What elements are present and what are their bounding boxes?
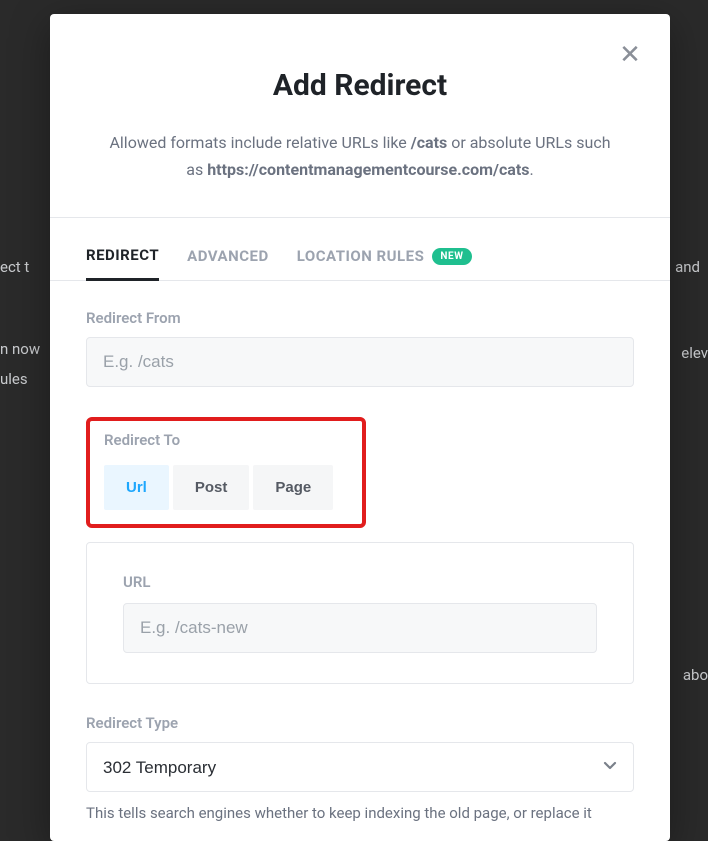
seg-page-button[interactable]: Page: [253, 465, 333, 510]
tab-label: LOCATION RULES: [297, 247, 425, 265]
background-text: abo: [683, 666, 708, 684]
seg-url-button[interactable]: Url: [104, 465, 169, 510]
redirect-to-segmented: Url Post Page: [104, 465, 337, 510]
subtitle-segment: .: [530, 160, 534, 179]
modal-header: Add Redirect Allowed formats include rel…: [50, 14, 670, 218]
tab-location-rules[interactable]: LOCATION RULES NEW: [297, 236, 472, 280]
redirect-type-label: Redirect Type: [86, 714, 634, 732]
background-text: ect t: [0, 258, 29, 276]
tab-redirect[interactable]: REDIRECT: [86, 236, 159, 281]
url-field-label: URL: [123, 573, 597, 591]
modal-body: Redirect From Redirect To Url Post Page …: [50, 281, 670, 825]
redirect-from-input[interactable]: [86, 337, 634, 387]
subtitle-bold: https://contentmanagementcourse.com/cats: [207, 160, 529, 179]
add-redirect-modal: ✕ Add Redirect Allowed formats include r…: [50, 14, 670, 841]
new-badge: NEW: [432, 248, 471, 265]
redirect-type-select-wrap: 302 Temporary: [86, 742, 634, 792]
redirect-to-label: Redirect To: [104, 431, 348, 449]
tab-advanced[interactable]: ADVANCED: [187, 236, 269, 280]
redirect-to-highlight: Redirect To Url Post Page: [86, 417, 366, 528]
url-input[interactable]: [123, 603, 597, 653]
subtitle-segment: Allowed formats include relative URLs li…: [109, 133, 410, 152]
url-subpanel: URL: [86, 542, 634, 684]
subtitle-bold: /cats: [411, 133, 447, 152]
section-redirect-to: Redirect To Url Post Page URL: [86, 417, 634, 684]
section-redirect-type: Redirect Type 302 Temporary This tells s…: [86, 714, 634, 825]
background-text: n now: [0, 340, 40, 358]
background-text: elev: [681, 344, 708, 362]
section-redirect-from: Redirect From: [86, 309, 634, 387]
background-text: and: [675, 258, 700, 276]
redirect-type-help: This tells search engines whether to kee…: [86, 802, 634, 825]
tab-bar: REDIRECT ADVANCED LOCATION RULES NEW: [50, 218, 670, 281]
seg-post-button[interactable]: Post: [173, 465, 250, 510]
tab-label: ADVANCED: [187, 247, 269, 265]
modal-title: Add Redirect: [86, 68, 634, 103]
redirect-from-label: Redirect From: [86, 309, 634, 327]
tab-label: REDIRECT: [86, 246, 159, 264]
modal-subtitle: Allowed formats include relative URLs li…: [100, 129, 620, 183]
background-text: ules: [0, 370, 28, 388]
redirect-type-select[interactable]: 302 Temporary: [86, 742, 634, 792]
